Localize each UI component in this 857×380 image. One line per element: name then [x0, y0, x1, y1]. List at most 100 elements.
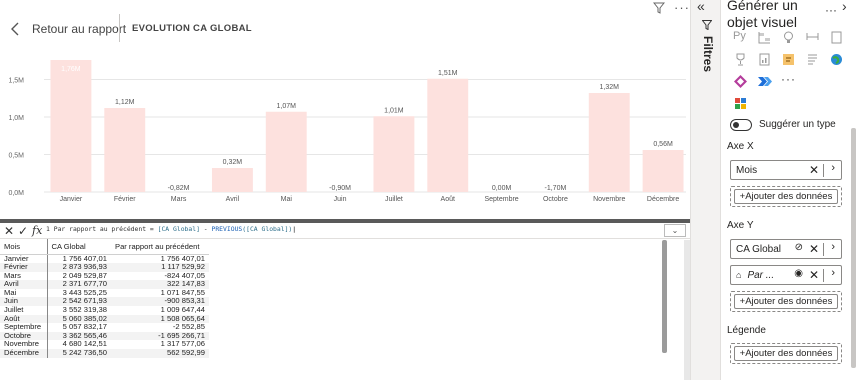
cell-ca-global: 5 242 736,50	[62, 348, 107, 358]
remove-field-icon[interactable]: ✕	[809, 163, 819, 177]
formula-ref-a: [CA Global]	[157, 225, 200, 233]
add-data-button[interactable]: +Ajouter des données	[734, 189, 838, 204]
x-tick-label: Octobre	[543, 196, 568, 203]
python-visual-icon[interactable]: Py	[733, 30, 748, 45]
data-label: 1,12M	[115, 99, 135, 106]
well-divider	[823, 164, 824, 177]
axe-y-label: Axe Y	[727, 220, 754, 231]
cell-mois: Décembre	[0, 348, 48, 358]
more-visuals-icon[interactable]: ···	[781, 72, 796, 87]
hide-eye-icon[interactable]: ⊘	[795, 242, 803, 253]
axe-y-field1-well[interactable]: CA Global ⊘ ✕ ›	[730, 239, 842, 259]
table-row: Décembre 5 242 736,50 562 592,99	[0, 348, 209, 358]
remove-field-icon[interactable]: ✕	[809, 268, 819, 282]
paginated-report-icon[interactable]	[829, 30, 844, 45]
expand-formula-icon[interactable]: ⌄	[664, 224, 686, 237]
x-tick-label: Août	[441, 196, 455, 203]
narrative-icon[interactable]	[805, 52, 820, 67]
formula-measure-name: Par rapport au précédent =	[53, 225, 158, 233]
x-tick-label: Juillet	[385, 196, 403, 203]
results-table: Mois CA Global Par rapport au précédent …	[0, 239, 209, 358]
chevron-left-icon	[11, 22, 19, 36]
formula-bar: ✕ ✓ fx 1 Par rapport au précédent = [CA …	[0, 223, 690, 239]
formula-line-number: 1	[46, 225, 50, 233]
viz-more-icon[interactable]: ···	[825, 3, 837, 17]
collapse-viz-icon[interactable]: ›	[842, 0, 847, 14]
cancel-formula-icon[interactable]: ✕	[4, 224, 14, 238]
chevron-right-icon[interactable]: ›	[831, 267, 835, 279]
axe-y-field2-well[interactable]: ⌂ Par ... ◉ ✕ ›	[730, 265, 842, 285]
col-header-precedent[interactable]: Par rapport au précédent	[111, 239, 209, 255]
x-tick-label: Mai	[281, 196, 293, 203]
viz-pane-scrollbar[interactable]	[851, 128, 856, 368]
axe-y-field1-name: CA Global	[736, 243, 782, 255]
y-tick-label: 1,5M	[8, 78, 24, 85]
globe-icon[interactable]	[829, 52, 844, 67]
filter-icon[interactable]	[653, 2, 665, 14]
trophy-icon[interactable]	[733, 52, 748, 67]
data-label: 1,01M	[384, 107, 404, 114]
chevron-right-icon[interactable]: ›	[831, 241, 835, 253]
data-label: 0,56M	[653, 141, 673, 148]
key-influencers-icon[interactable]	[757, 30, 772, 45]
bar	[265, 111, 307, 192]
bar-chart: 0,0M 0,5M 1,0M 1,5M 1,76M Janvier 1,12M Février…	[0, 48, 690, 218]
eye-icon[interactable]: ◉	[794, 268, 803, 279]
suggest-type-toggle[interactable]	[730, 119, 752, 131]
formula-function: PREVIOUS	[211, 225, 243, 233]
col-header-mois[interactable]: Mois	[0, 239, 48, 255]
bar	[588, 93, 630, 192]
chart-svg: 0,0M 0,5M 1,0M 1,5M 1,76M Janvier 1,12M Février…	[8, 60, 686, 203]
decomposition-tree-icon[interactable]	[805, 30, 820, 45]
commit-formula-icon[interactable]: ✓	[18, 224, 28, 238]
legend-add-data[interactable]: +Ajouter des données	[730, 343, 842, 364]
x-tick-label: Septembre	[484, 196, 518, 203]
formula-operator: -	[199, 225, 212, 233]
data-label: -1,70M	[545, 185, 567, 192]
axe-y-add-data[interactable]: +Ajouter des données	[730, 291, 842, 312]
data-label: 1,76M	[61, 66, 81, 73]
axe-x-add-data[interactable]: +Ajouter des données	[730, 186, 842, 207]
bar	[50, 60, 92, 192]
viz-pane-title: Générer un objet visuel	[727, 0, 798, 30]
data-label: -0,82M	[168, 185, 190, 192]
filters-collapsed-pane: « Filtres	[690, 0, 720, 380]
data-label: 0,32M	[223, 159, 243, 166]
formula-text[interactable]: 1 Par rapport au précédent = [CA Global]…	[46, 225, 296, 233]
back-label: Retour au rapport	[32, 22, 127, 36]
visual-title: EVOLUTION CA GLOBAL	[132, 23, 252, 34]
filters-label[interactable]: Filtres	[695, 36, 715, 76]
remove-field-icon[interactable]: ✕	[809, 242, 819, 256]
expand-filters-icon[interactable]: «	[697, 0, 705, 14]
qna-icon[interactable]	[781, 52, 796, 67]
power-automate-icon[interactable]	[757, 74, 772, 89]
data-label: 1,32M	[600, 84, 620, 91]
bar	[373, 116, 415, 192]
formula-ref-b: ([CA Global])	[242, 225, 293, 233]
power-apps-icon[interactable]	[733, 74, 748, 89]
matrix-format-icon[interactable]	[733, 96, 748, 111]
more-options-icon[interactable]: ···	[674, 0, 690, 15]
cell-precedent: 562 592,99	[166, 348, 205, 358]
data-label: -0,90M	[329, 185, 351, 192]
table-scrollbar[interactable]	[662, 240, 667, 353]
filter-pane-icon	[702, 20, 712, 30]
axe-x-label: Axe X	[727, 141, 754, 152]
report-chart-icon[interactable]	[757, 52, 772, 67]
back-to-report-button[interactable]: Retour au rapport	[10, 19, 126, 39]
x-tick-label: Mars	[171, 196, 187, 203]
x-tick-label: Janvier	[60, 196, 83, 203]
function-icon[interactable]: fx	[32, 224, 42, 237]
idea-icon[interactable]	[781, 30, 796, 45]
well-divider	[823, 269, 824, 282]
bar	[211, 168, 253, 192]
x-tick-label: Juin	[334, 196, 347, 203]
axe-x-field-well[interactable]: Mois ✕ ›	[730, 160, 842, 180]
axe-x-field-name: Mois	[736, 164, 758, 176]
add-data-button[interactable]: +Ajouter des données	[734, 346, 838, 361]
col-header-ca-global[interactable]: CA Global	[47, 239, 111, 255]
chevron-right-icon[interactable]: ›	[831, 162, 835, 174]
bar	[104, 108, 146, 192]
axe-y-field2-name: Par ...	[747, 269, 775, 281]
add-data-button[interactable]: +Ajouter des données	[734, 294, 838, 309]
